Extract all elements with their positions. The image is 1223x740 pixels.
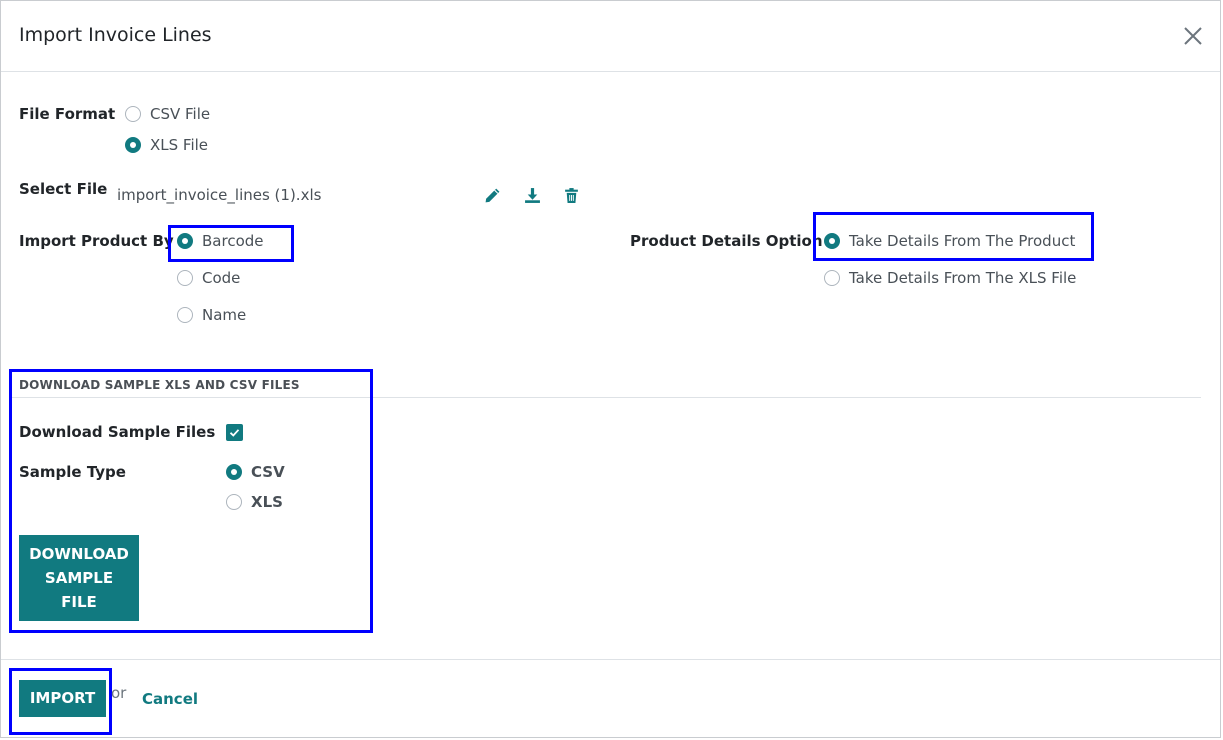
import-product-by-label: Import Product By bbox=[19, 232, 174, 250]
highlight-box bbox=[9, 369, 373, 633]
trash-icon[interactable] bbox=[563, 187, 580, 204]
details-option-label: Take Details From The XLS File bbox=[849, 269, 1077, 287]
radio-unchecked-icon[interactable] bbox=[177, 307, 193, 323]
footer-divider bbox=[1, 659, 1220, 660]
radio-unchecked-icon[interactable] bbox=[824, 270, 840, 286]
close-icon[interactable] bbox=[1181, 24, 1205, 48]
import-by-option-label: Code bbox=[202, 269, 241, 287]
file-format-option-label: XLS File bbox=[150, 136, 209, 154]
import-by-option-code[interactable]: Code bbox=[177, 269, 240, 287]
file-format-option-xls[interactable]: XLS File bbox=[125, 136, 208, 154]
selected-filename: import_invoice_lines (1).xls bbox=[117, 186, 322, 204]
download-icon[interactable] bbox=[524, 187, 541, 204]
radio-checked-icon[interactable] bbox=[125, 137, 141, 153]
or-text: or bbox=[111, 684, 127, 702]
file-format-option-csv[interactable]: CSV File bbox=[125, 105, 210, 123]
dialog-header: Import Invoice Lines bbox=[1, 1, 1220, 72]
product-details-option-label: Product Details Option bbox=[630, 232, 823, 250]
import-dialog: Import Invoice Lines File Format CSV Fil… bbox=[0, 0, 1221, 738]
cancel-link[interactable]: Cancel bbox=[142, 690, 198, 708]
select-file-label: Select File bbox=[19, 180, 108, 198]
import-by-option-label: Name bbox=[202, 306, 247, 324]
highlight-box bbox=[168, 225, 294, 262]
dialog-title: Import Invoice Lines bbox=[19, 24, 212, 46]
file-format-option-label: CSV File bbox=[150, 105, 211, 123]
highlight-box bbox=[813, 212, 1094, 261]
file-format-label: File Format bbox=[19, 105, 116, 123]
details-option-from-xls[interactable]: Take Details From The XLS File bbox=[824, 269, 1076, 287]
highlight-box bbox=[9, 668, 112, 735]
radio-unchecked-icon[interactable] bbox=[125, 106, 141, 122]
pencil-icon[interactable] bbox=[484, 187, 501, 204]
radio-unchecked-icon[interactable] bbox=[177, 270, 193, 286]
import-by-option-name[interactable]: Name bbox=[177, 306, 246, 324]
